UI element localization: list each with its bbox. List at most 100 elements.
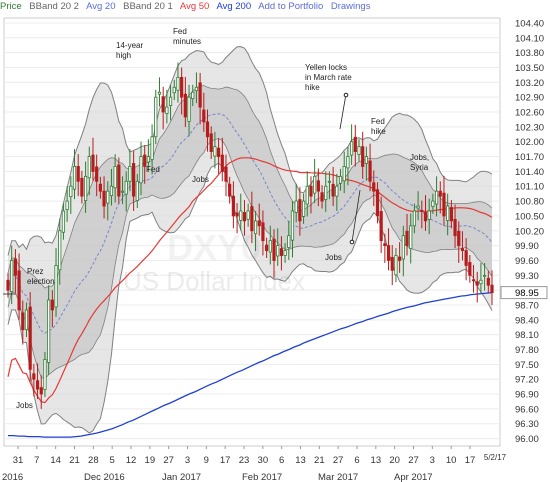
x-axis: 31 7 14 21 28 5 12 19 27 3 9 17 23 30 6 13 21 27 6 13 20 27 3 1… <box>2 446 507 482</box>
candle-body <box>475 281 479 286</box>
candle-body <box>313 175 317 194</box>
candle-body <box>191 91 195 100</box>
y-tick-label: 104.10 <box>515 33 544 44</box>
candle-body <box>398 256 402 261</box>
x-tick-label: 9 <box>204 455 209 466</box>
y-tick-label: 103.80 <box>515 48 544 59</box>
candle-body <box>168 96 173 106</box>
candle-body <box>490 284 494 294</box>
x-tick-label: 20 <box>389 455 400 466</box>
candle-body <box>279 248 284 256</box>
annotation-fed-minutes: Fed <box>173 27 187 36</box>
add-to-portfolio-link[interactable]: Add to Portfolio <box>258 1 323 12</box>
candle-body <box>198 82 202 108</box>
candle-body <box>335 185 339 197</box>
candle-body <box>228 183 232 197</box>
candle-body <box>420 210 424 212</box>
candle-body <box>320 192 324 202</box>
annotation-14-year-high: 14-year <box>116 41 143 50</box>
annotation-14-year-high-2: high <box>116 51 131 60</box>
candle-body <box>412 210 417 227</box>
y-tick-label: 97.50 <box>515 360 539 371</box>
x-tick-label: 21 <box>314 455 325 466</box>
candle-body <box>468 262 472 276</box>
avg20-legend[interactable]: Avg 20 <box>86 1 115 12</box>
avg50-legend[interactable]: Avg 50 <box>180 1 209 12</box>
x-tick-label: 3 <box>185 455 190 466</box>
candle-body <box>383 243 387 247</box>
candle-body <box>32 373 36 380</box>
candle-body <box>54 264 58 308</box>
annotation-jobs-1: Jobs <box>16 401 33 410</box>
y-tick-label: 103.50 <box>515 63 544 74</box>
candle-body <box>21 312 25 331</box>
candle-body <box>80 177 84 197</box>
y-tick-label: 101.70 <box>515 152 544 163</box>
candle-body <box>434 190 439 205</box>
candle-body <box>146 156 150 163</box>
candle-body <box>416 205 420 209</box>
x-tick-label: 27 <box>163 455 174 466</box>
candle-body <box>338 175 343 184</box>
y-tick-label: 102.00 <box>515 137 544 148</box>
candle-body <box>427 210 431 220</box>
candle-body <box>124 180 128 195</box>
candle-body <box>316 180 320 192</box>
candle-body <box>213 146 217 157</box>
candle-body <box>357 146 361 155</box>
price-legend[interactable]: Price <box>0 1 22 12</box>
candle-body <box>246 210 250 220</box>
candle-body <box>83 175 88 201</box>
bband-1-legend[interactable]: BBand 20 1 <box>123 1 173 12</box>
candle-body <box>449 207 453 222</box>
drawings-link[interactable]: Drawings <box>331 1 371 12</box>
avg200-legend[interactable]: Avg 200 <box>216 1 251 12</box>
candle-body <box>372 182 376 192</box>
x-tick-label: 13 <box>371 455 382 466</box>
candle-body <box>486 277 490 286</box>
candle-body <box>95 166 99 182</box>
x-tick-label: 5 <box>110 455 115 466</box>
candle-body <box>194 86 199 92</box>
candle-body <box>183 93 187 118</box>
candle-body <box>331 183 335 197</box>
y-tick-label: 100.50 <box>515 211 544 222</box>
candle-body <box>353 136 357 152</box>
x-tick-label: 27 <box>408 455 419 466</box>
candle-body <box>423 212 428 222</box>
candle-body <box>479 279 483 285</box>
annotation-yellen-2: in March rate <box>305 73 352 82</box>
candle-body <box>65 200 69 210</box>
candle-body <box>242 212 247 222</box>
bband-2-legend[interactable]: BBand 20 2 <box>29 1 79 12</box>
y-tick-label: 100.20 <box>515 226 544 237</box>
candle-body <box>109 185 114 197</box>
y-tick-label: 96.60 <box>515 404 539 415</box>
candle-body <box>165 106 169 114</box>
annotation-fed-minutes-2: minutes <box>173 37 201 46</box>
candle-body <box>379 211 383 242</box>
candle-body <box>386 245 391 261</box>
annotation-jobs-syria-2: Syria <box>410 163 429 172</box>
y-tick-label: 96.30 <box>515 419 539 430</box>
candle-body <box>69 185 73 198</box>
annotation-fed-hike-1: Fed <box>371 117 385 126</box>
y-tick-label: 101.40 <box>515 167 544 178</box>
x-month-label: Feb 2017 <box>242 472 282 482</box>
candle-body <box>464 250 468 266</box>
candle-body <box>139 156 143 184</box>
candle-body <box>346 156 350 169</box>
candle-body <box>294 200 298 213</box>
x-tick-label: 17 <box>220 455 231 466</box>
y-tick-label: 99.30 <box>515 271 539 282</box>
candle-body <box>261 222 265 242</box>
candle-body <box>301 200 306 217</box>
y-tick-label: 99.60 <box>515 256 539 267</box>
candle-body <box>305 185 309 205</box>
candle-body <box>154 96 158 138</box>
candle-body <box>172 86 176 94</box>
y-tick-label: 102.90 <box>515 93 544 104</box>
y-tick-label: 98.40 <box>515 315 539 326</box>
x-tick-label: 12 <box>126 455 137 466</box>
x-end-date-label: 5/2/17 <box>484 453 507 462</box>
